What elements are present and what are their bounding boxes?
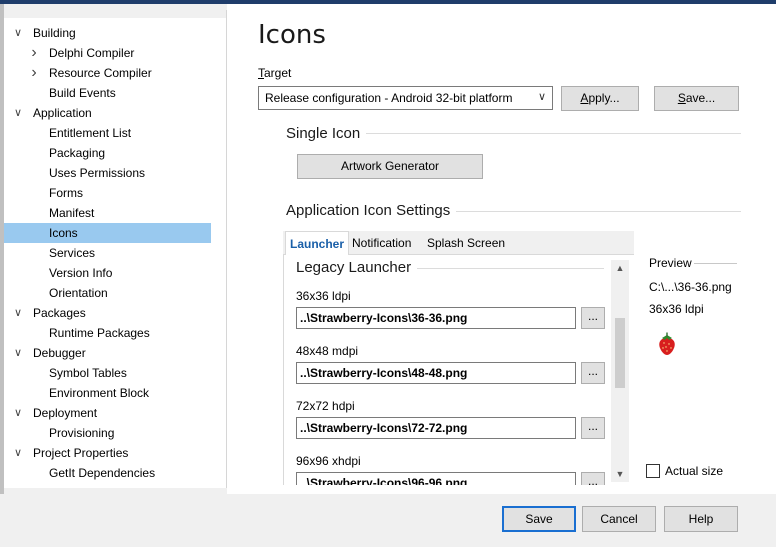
tab-notification[interactable]: Notification (348, 231, 415, 255)
tree-item-building[interactable]: ∨ Building (4, 23, 211, 43)
tree-item-label: Project Properties (33, 446, 129, 460)
tree-item-label: Packages (33, 306, 86, 320)
tree-item-application[interactable]: ∨ Application (4, 103, 211, 123)
browse-button[interactable]: ... (581, 472, 605, 485)
tree-item-label: Icons (49, 226, 78, 240)
icon-size-label: 96x96 xhdpi (296, 454, 361, 468)
actual-size-checkbox[interactable] (646, 464, 660, 478)
tree-item-label: Services (49, 246, 96, 260)
scroll-up-icon[interactable]: ▲ (611, 260, 629, 276)
tree-item-label: Application (33, 106, 92, 120)
preview-title: Preview (649, 256, 692, 270)
tree-item-orientation[interactable]: Orientation (4, 283, 211, 303)
app-icon-settings-title: Application Icon Settings (286, 202, 457, 219)
tree-item-label: Building (33, 26, 76, 40)
tree-item-label: Manifest (49, 206, 95, 220)
tree-item-version-info[interactable]: Version Info (4, 263, 211, 283)
launcher-panel: Legacy Launcher 36x36 ldpi ..\Strawberry… (283, 255, 634, 485)
help-button[interactable]: Help (664, 506, 738, 532)
tree-item-resource-compiler[interactable]: › Resource Compiler (4, 63, 211, 83)
preview-divider (694, 263, 737, 264)
tree-item-label: Delphi Compiler (49, 46, 135, 60)
save-target-button[interactable]: Save... (654, 86, 739, 111)
options-content-panel: Icons Target Release configuration - And… (227, 4, 776, 494)
single-icon-title: Single Icon (286, 125, 367, 142)
target-dropdown[interactable]: Release configuration - Android 32-bit p… (258, 86, 553, 110)
target-label: Target (258, 66, 292, 80)
chevron-down-icon[interactable]: ∨ (12, 303, 24, 323)
tree-item-label: Symbol Tables (49, 366, 127, 380)
tree-item-label: Packaging (49, 146, 106, 160)
tree-item-provisioning[interactable]: Provisioning (4, 423, 211, 443)
tree-item-project-properties[interactable]: ∨ Project Properties (4, 443, 211, 463)
tree-item-label: Provisioning (49, 426, 115, 440)
chevron-down-icon[interactable]: ∨ (12, 23, 24, 43)
icon-path-field[interactable]: ..\Strawberry-Icons\48-48.png (296, 362, 576, 384)
legacy-launcher-title: Legacy Launcher (296, 259, 418, 276)
tree-item-label: Orientation (49, 286, 108, 300)
tree-item-label: Version Info (49, 266, 113, 280)
cancel-button[interactable]: Cancel (582, 506, 656, 532)
scroll-down-icon[interactable]: ▼ (611, 466, 629, 482)
tree-item-getit-dependencies[interactable]: GetIt Dependencies (4, 463, 211, 483)
tree-item-label: Resource Compiler (49, 66, 152, 80)
page-title: Icons (258, 20, 326, 50)
launcher-scrollbar[interactable]: ▲ ▼ (611, 260, 629, 482)
dialog-footer (0, 494, 776, 547)
tree-item-services[interactable]: Services (4, 243, 211, 263)
tree-item-label: Entitlement List (49, 126, 132, 140)
chevron-right-icon[interactable]: › (28, 63, 40, 83)
browse-button[interactable]: ... (581, 307, 605, 329)
actual-size-label: Actual size (665, 464, 724, 478)
chevron-right-icon[interactable]: › (28, 43, 40, 63)
icon-size-label: 72x72 hdpi (296, 399, 355, 413)
tree-item-manifest[interactable]: Manifest (4, 203, 211, 223)
tree-item-packages[interactable]: ∨ Packages (4, 303, 211, 323)
tree-item-label: Deployment (33, 406, 98, 420)
artwork-generator-button[interactable]: Artwork Generator (297, 154, 483, 179)
tree-item-label: Environment Block (49, 386, 150, 400)
chevron-down-icon[interactable]: ∨ (12, 343, 24, 363)
apply-button[interactable]: Apply... (561, 86, 639, 111)
tree-item-entitlement-list[interactable]: Entitlement List (4, 123, 211, 143)
tree-item-label: Forms (49, 186, 83, 200)
tree-item-label: GetIt Dependencies (49, 466, 156, 480)
icon-size-label: 48x48 mdpi (296, 344, 359, 358)
target-dropdown-value: Release configuration - Android 32-bit p… (265, 91, 513, 105)
browse-button[interactable]: ... (581, 417, 605, 439)
tree-item-deployment[interactable]: ∨ Deployment (4, 403, 211, 423)
scrollbar-thumb[interactable] (615, 318, 625, 388)
tree-item-label: Debugger (33, 346, 86, 360)
icon-path-field[interactable]: ..\Strawberry-Icons\72-72.png (296, 417, 576, 439)
tree-item-runtime-packages[interactable]: Runtime Packages (4, 323, 211, 343)
chevron-down-icon: ∨ (537, 91, 546, 103)
strawberry-icon (659, 332, 675, 355)
icon-tabstrip: Launcher Notification Splash Screen (283, 231, 634, 255)
tab-splash-screen[interactable]: Splash Screen (423, 231, 509, 255)
icon-size-label: 36x36 ldpi (296, 289, 351, 303)
preview-size: 36x36 ldpi (649, 302, 704, 316)
tree-item-label: Build Events (49, 86, 116, 100)
tree-item-symbol-tables[interactable]: Symbol Tables (4, 363, 211, 383)
tab-launcher[interactable]: Launcher (285, 231, 350, 255)
tree-item-label: Uses Permissions (49, 166, 146, 180)
tree-item-delphi-compiler[interactable]: › Delphi Compiler (4, 43, 211, 63)
preview-path: C:\...\36-36.png (649, 280, 732, 294)
chevron-down-icon[interactable]: ∨ (12, 403, 24, 423)
tree-item-packaging[interactable]: Packaging (4, 143, 211, 163)
tree-item-uses-permissions[interactable]: Uses Permissions (4, 163, 211, 183)
chevron-down-icon[interactable]: ∨ (12, 443, 24, 463)
tree-item-icons[interactable]: Icons (4, 223, 211, 243)
tree-item-debugger[interactable]: ∨ Debugger (4, 343, 211, 363)
tree-item-build-events[interactable]: Build Events (4, 83, 211, 103)
tree-item-forms[interactable]: Forms (4, 183, 211, 203)
tree-item-environment-block[interactable]: Environment Block (4, 383, 211, 403)
browse-button[interactable]: ... (581, 362, 605, 384)
icon-path-field[interactable]: ..\Strawberry-Icons\96-96.png (296, 472, 576, 485)
icon-path-field[interactable]: ..\Strawberry-Icons\36-36.png (296, 307, 576, 329)
tree-item-label: Runtime Packages (49, 326, 150, 340)
options-tree[interactable]: ∨ Building › Delphi Compiler › Resource Compi… (4, 18, 226, 488)
save-button[interactable]: Save (502, 506, 576, 532)
chevron-down-icon[interactable]: ∨ (12, 103, 24, 123)
